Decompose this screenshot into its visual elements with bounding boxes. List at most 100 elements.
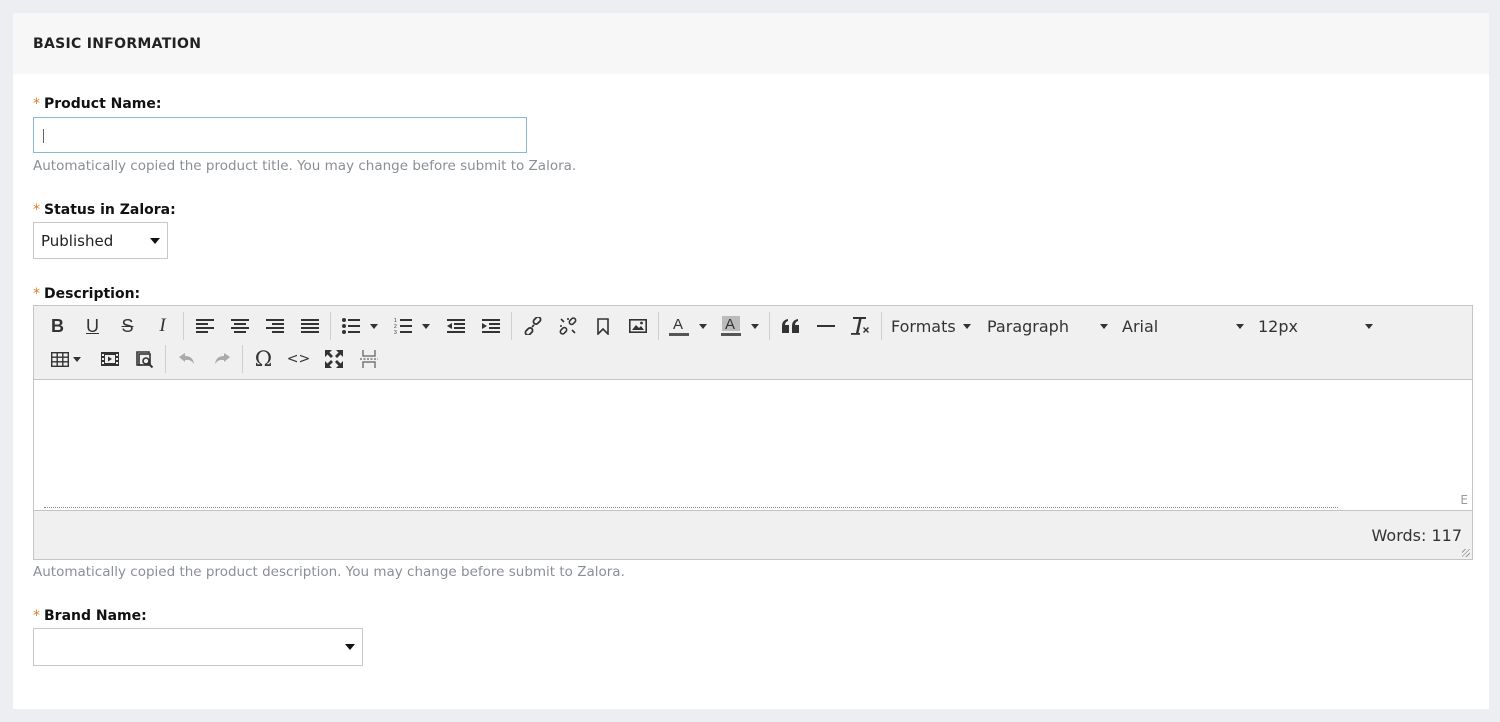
toolbar-divider — [881, 312, 882, 340]
chevron-down-icon — [1365, 324, 1373, 329]
toolbar-divider — [769, 312, 770, 340]
toolbar-divider — [658, 312, 659, 340]
product-name-input[interactable] — [33, 117, 527, 153]
underline-icon: U — [86, 315, 99, 336]
status-label: * Status in Zalora: — [33, 202, 176, 218]
unlink-button[interactable] — [550, 311, 585, 341]
italic-icon: I — [159, 315, 166, 336]
bullet-list-button[interactable] — [334, 311, 386, 341]
resize-handle-icon[interactable] — [1462, 549, 1470, 557]
redo-button[interactable] — [204, 344, 239, 374]
required-mark: * — [33, 286, 40, 302]
svg-text:A: A — [673, 316, 683, 333]
fullscreen-icon — [324, 350, 343, 368]
italic-button[interactable]: I — [145, 311, 180, 341]
toolbar-divider — [242, 345, 243, 373]
chevron-down-icon — [422, 323, 430, 329]
source-code-button[interactable]: <> — [281, 344, 316, 374]
undo-icon — [178, 353, 194, 364]
chevron-down-icon — [963, 324, 971, 329]
outdent-icon — [446, 319, 465, 333]
horizontal-rule-button[interactable] — [808, 311, 843, 341]
indent-icon — [481, 319, 500, 333]
toolbar-divider — [183, 312, 184, 340]
status-selected-value: Published — [41, 231, 114, 250]
align-left-button[interactable] — [187, 311, 222, 341]
chevron-down-icon — [73, 356, 81, 362]
undo-button[interactable] — [169, 344, 204, 374]
clear-formatting-icon — [850, 317, 869, 335]
align-justify-button[interactable] — [292, 311, 327, 341]
numbered-list-icon: 123 — [394, 318, 412, 335]
blockquote-button[interactable] — [773, 311, 808, 341]
chevron-down-icon — [751, 323, 759, 329]
preview-button[interactable] — [127, 344, 162, 374]
numbered-list-button[interactable]: 123 — [386, 311, 438, 341]
chevron-down-icon — [1236, 324, 1244, 329]
status-select[interactable]: Published — [33, 222, 168, 259]
anchor-button[interactable] — [585, 311, 620, 341]
insert-media-button[interactable] — [92, 344, 127, 374]
outdent-button[interactable] — [438, 311, 473, 341]
align-right-icon — [265, 319, 284, 333]
table-icon — [51, 351, 69, 367]
product-name-label: * Product Name: — [33, 96, 162, 112]
toolbar-divider — [330, 312, 331, 340]
editor-statusbar: Words: 117 — [34, 512, 1472, 559]
background-color-button[interactable]: A — [714, 311, 766, 341]
svg-text:A: A — [725, 316, 735, 333]
align-center-button[interactable] — [222, 311, 257, 341]
block-format-value: Paragraph — [987, 316, 1069, 336]
product-name-help: Automatically copied the product title. … — [33, 158, 577, 174]
dropdown-arrow-icon — [150, 237, 160, 244]
indent-button[interactable] — [473, 311, 508, 341]
bold-button[interactable]: B — [40, 311, 75, 341]
code-icon: <> — [286, 351, 311, 367]
preview-icon — [135, 350, 153, 368]
page-break-button[interactable] — [351, 344, 386, 374]
editor-content-area[interactable]: Ε — [34, 380, 1472, 511]
svg-text:3: 3 — [394, 330, 397, 335]
text-color-button[interactable]: A — [662, 311, 714, 341]
word-count: Words: 117 — [1371, 526, 1462, 545]
toolbar-row-2: Ω <> — [40, 344, 386, 374]
underline-button[interactable]: U — [75, 311, 110, 341]
special-character-button[interactable]: Ω — [246, 344, 281, 374]
font-size-value: 12px — [1258, 316, 1298, 336]
align-right-button[interactable] — [257, 311, 292, 341]
strikethrough-button[interactable]: S — [110, 311, 145, 341]
bookmark-icon — [596, 317, 609, 335]
align-justify-icon — [300, 319, 319, 333]
clear-formatting-button[interactable] — [843, 311, 878, 341]
required-mark: * — [33, 202, 40, 218]
page-break-icon — [359, 350, 378, 368]
strikethrough-icon: S — [121, 315, 134, 336]
formats-dropdown[interactable]: Formats — [885, 311, 981, 341]
brand-name-select[interactable] — [33, 628, 363, 666]
image-icon — [628, 319, 647, 333]
font-family-dropdown[interactable]: Arial — [1116, 311, 1252, 341]
card-header: BASIC INFORMATION — [13, 13, 1489, 74]
bullet-list-icon — [342, 318, 360, 334]
insert-image-button[interactable] — [620, 311, 655, 341]
fullscreen-button[interactable] — [316, 344, 351, 374]
quote-icon — [781, 319, 799, 333]
chevron-down-icon — [370, 323, 378, 329]
align-center-icon — [230, 319, 249, 333]
rich-text-editor: B U S I 1 2 3 A A Formats Paragraph Aria… — [33, 305, 1473, 560]
resize-indicator: Ε — [1460, 493, 1468, 507]
insert-table-button[interactable] — [40, 344, 92, 374]
description-label: * Description: — [33, 286, 141, 302]
editor-content-overflow — [44, 507, 1338, 510]
section-title: BASIC INFORMATION — [33, 35, 202, 52]
horizontal-rule-icon — [816, 325, 835, 327]
basic-information-card: BASIC INFORMATION * Product Name: Automat… — [13, 13, 1489, 709]
block-format-dropdown[interactable]: Paragraph — [981, 311, 1116, 341]
brand-name-label: * Brand Name: — [33, 608, 147, 624]
font-size-dropdown[interactable]: 12px — [1252, 311, 1381, 341]
chevron-down-icon — [1100, 324, 1108, 329]
font-family-value: Arial — [1122, 316, 1159, 336]
insert-link-button[interactable] — [515, 311, 550, 341]
description-help: Automatically copied the product descrip… — [33, 564, 625, 580]
required-mark: * — [33, 96, 40, 112]
